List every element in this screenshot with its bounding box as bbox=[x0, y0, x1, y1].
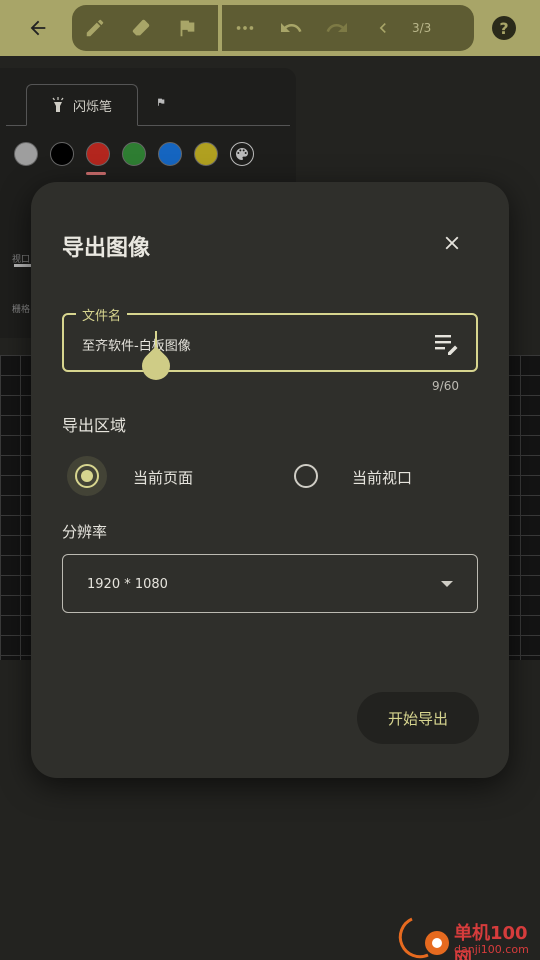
eraser-tool-button[interactable] bbox=[118, 5, 164, 51]
undo-button[interactable] bbox=[268, 5, 314, 51]
dialog-title: 导出图像 bbox=[62, 236, 151, 261]
filename-input[interactable]: 至齐软件-白板图像 bbox=[82, 335, 191, 354]
watermark-logo-icon bbox=[398, 917, 449, 959]
flag-tool-button[interactable] bbox=[164, 5, 210, 51]
edit-tools-group: 3/3 bbox=[222, 5, 474, 51]
dropdown-arrow-icon bbox=[441, 581, 453, 587]
prev-page-button[interactable] bbox=[360, 5, 406, 51]
start-export-button[interactable]: 开始导出 bbox=[357, 692, 479, 744]
radio-current-viewport[interactable] bbox=[294, 464, 318, 488]
grid-label: 栅格 bbox=[12, 305, 31, 315]
help-icon: ? bbox=[499, 18, 509, 38]
flashlight-icon bbox=[52, 97, 64, 112]
undo-icon bbox=[281, 23, 302, 32]
tab-flash-pen[interactable]: 闪烁笔 bbox=[26, 84, 138, 126]
redo-icon bbox=[326, 23, 347, 32]
pen-tabs: 闪烁笔 bbox=[6, 84, 290, 126]
resolution-value: 1920 * 1080 bbox=[87, 577, 168, 592]
swatch-black[interactable] bbox=[50, 142, 74, 166]
tab-flash-pen-label: 闪烁笔 bbox=[73, 99, 113, 115]
resolution-select[interactable]: 1920 * 1080 bbox=[62, 554, 478, 613]
close-button[interactable] bbox=[441, 232, 463, 254]
pen-icon bbox=[86, 19, 104, 37]
color-swatches bbox=[14, 142, 254, 166]
redo-button[interactable] bbox=[314, 5, 360, 51]
flag-small-icon bbox=[158, 98, 165, 106]
radio-current-viewport-label[interactable]: 当前视口 bbox=[352, 467, 412, 488]
export-area-label: 导出区域 bbox=[62, 416, 127, 435]
watermark-url: danji100.com bbox=[454, 943, 529, 956]
filename-label: 文件名 bbox=[76, 305, 128, 324]
swatch-blue[interactable] bbox=[158, 142, 182, 166]
edit-list-icon[interactable] bbox=[434, 333, 460, 355]
tab-flag[interactable] bbox=[156, 96, 166, 110]
palette-icon[interactable] bbox=[230, 142, 254, 166]
watermark: 单机100网 danji100.com bbox=[392, 915, 540, 960]
more-button[interactable] bbox=[222, 5, 268, 51]
char-counter: 9/60 bbox=[432, 379, 459, 393]
more-horizontal-icon bbox=[236, 26, 254, 30]
drawing-tools-group bbox=[72, 5, 218, 51]
swatch-gray[interactable] bbox=[14, 142, 38, 166]
back-arrow-icon[interactable] bbox=[22, 12, 54, 44]
swatch-yellow[interactable] bbox=[194, 142, 218, 166]
filename-field[interactable]: 文件名 至齐软件-白板图像 bbox=[62, 305, 478, 386]
close-icon bbox=[445, 236, 459, 250]
radio-current-page-label[interactable]: 当前页面 bbox=[133, 467, 193, 488]
swatch-red[interactable] bbox=[86, 142, 110, 166]
selected-swatch-indicator bbox=[86, 172, 106, 175]
top-toolbar: 3/3 ? bbox=[0, 0, 540, 56]
resolution-label: 分辨率 bbox=[62, 523, 108, 541]
viewport-label: 视口 bbox=[12, 255, 31, 265]
pen-tool-button[interactable] bbox=[72, 5, 118, 51]
flag-icon bbox=[180, 20, 195, 37]
help-button[interactable]: ? bbox=[492, 16, 516, 40]
swatch-green[interactable] bbox=[122, 142, 146, 166]
page-indicator: 3/3 bbox=[412, 21, 432, 35]
radio-current-page[interactable] bbox=[75, 464, 99, 488]
eraser-icon bbox=[132, 19, 150, 36]
export-image-dialog: 导出图像 文件名 至齐软件-白板图像 9/60 导出区域 当前页面 当前视口 分… bbox=[31, 182, 509, 778]
chevron-left-icon bbox=[379, 23, 386, 33]
